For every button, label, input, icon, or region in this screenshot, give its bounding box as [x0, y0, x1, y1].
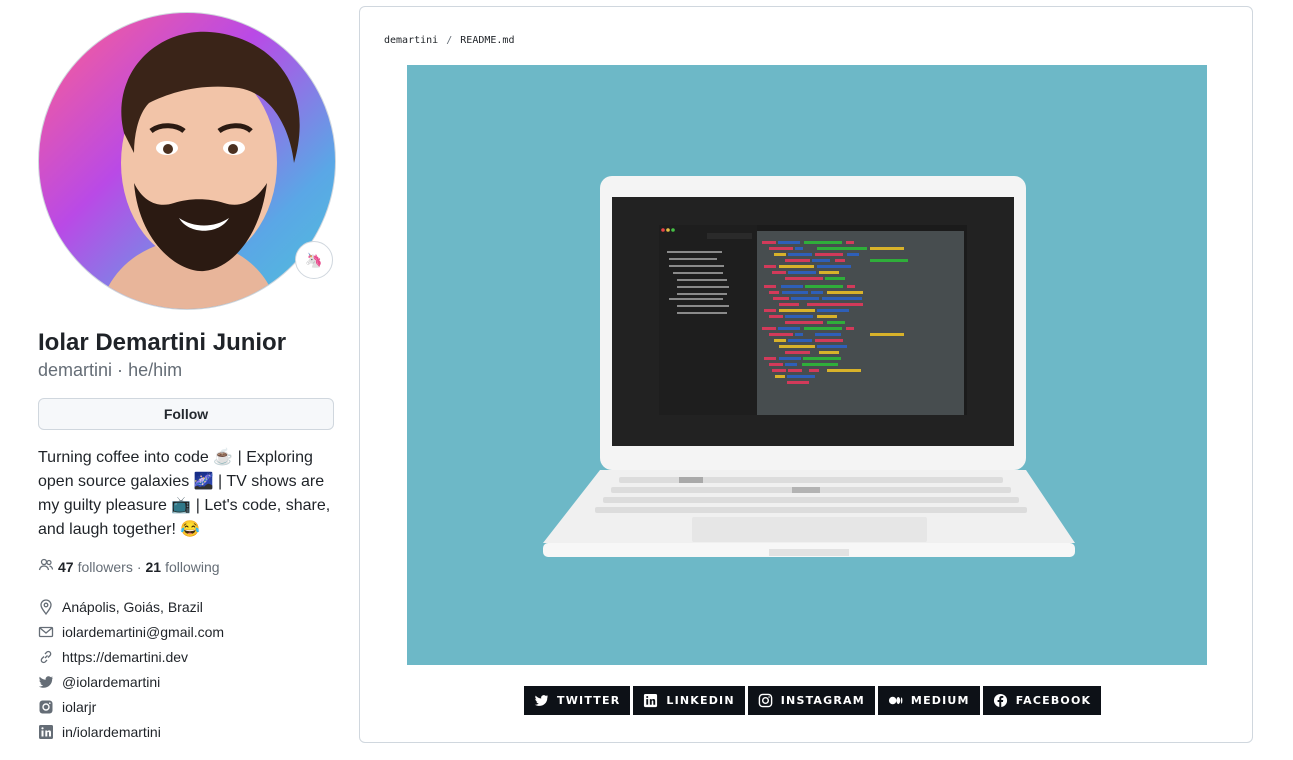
social-badges: TWITTER LINKEDIN INSTAGRAM MEDIUM FACEBO… — [524, 686, 1102, 715]
stats-separator: · — [136, 558, 142, 575]
twitter-icon — [38, 674, 54, 690]
facebook-badge[interactable]: FACEBOOK — [982, 686, 1102, 715]
profile-login: demartini — [38, 360, 113, 380]
readme-repo-link[interactable]: demartini — [384, 35, 438, 46]
location-icon — [38, 598, 54, 615]
detail-email[interactable]: iolardemartini@gmail.com — [38, 619, 336, 644]
detail-location: Anápolis, Goiás, Brazil — [38, 594, 336, 619]
following-link[interactable]: following — [165, 559, 219, 575]
detail-website[interactable]: https://demartini.dev — [38, 644, 336, 669]
instagram-icon — [758, 693, 773, 708]
linkedin-badge-label: LINKEDIN — [666, 694, 735, 707]
website-link[interactable]: https://demartini.dev — [62, 649, 188, 665]
email-link[interactable]: iolardemartini@gmail.com — [62, 624, 224, 640]
detail-instagram[interactable]: iolarjr — [38, 694, 336, 719]
profile-name: Iolar Demartini Junior — [38, 329, 287, 356]
location-text: Anápolis, Goiás, Brazil — [62, 598, 203, 615]
laptop-illustration — [543, 176, 1075, 557]
medium-badge[interactable]: MEDIUM — [877, 686, 980, 715]
linkedin-link[interactable]: in/iolardemartini — [62, 724, 161, 740]
link-icon — [38, 649, 54, 665]
readme-hero-image — [407, 65, 1207, 665]
instagram-link[interactable]: iolarjr — [62, 699, 96, 715]
profile-sidebar: 🦄 Iolar Demartini Junior demartini · he/… — [38, 12, 336, 760]
detail-linkedin[interactable]: in/iolardemartini — [38, 719, 336, 744]
status-emoji-badge[interactable]: 🦄 — [295, 241, 333, 279]
readme-file-name[interactable]: README.md — [460, 35, 514, 46]
profile-pronouns: he/him — [128, 360, 183, 380]
login-separator: · — [117, 360, 124, 380]
detail-twitter[interactable]: @iolardemartini — [38, 669, 336, 694]
twitter-badge-label: TWITTER — [557, 694, 621, 707]
people-icon — [38, 557, 54, 576]
avatar-illustration — [100, 31, 300, 309]
following-count[interactable]: 21 — [146, 559, 162, 575]
linkedin-icon — [38, 724, 54, 740]
profile-details: Anápolis, Goiás, Brazil iolardemartini@g… — [38, 594, 336, 744]
instagram-icon — [38, 699, 54, 715]
unicorn-icon: 🦄 — [305, 251, 323, 268]
profile-bio: Turning coffee into code ☕ | Exploring o… — [38, 449, 331, 538]
profile-login-line: demartini · he/him — [38, 358, 336, 382]
twitter-badge[interactable]: TWITTER — [524, 686, 631, 715]
instagram-badge-label: INSTAGRAM — [780, 694, 865, 707]
readme-panel: demartini / README.md TWITTER LINKEDIN I… — [359, 6, 1253, 743]
facebook-badge-label: FACEBOOK — [1015, 694, 1092, 707]
medium-icon — [888, 693, 903, 708]
linkedin-badge[interactable]: LINKEDIN — [633, 686, 745, 715]
twitter-link[interactable]: @iolardemartini — [62, 674, 160, 690]
avatar[interactable] — [38, 12, 336, 310]
instagram-badge[interactable]: INSTAGRAM — [747, 686, 875, 715]
linkedin-icon — [643, 693, 658, 708]
facebook-icon — [993, 693, 1008, 708]
avatar-container: 🦄 — [38, 12, 336, 310]
follow-button[interactable]: Follow — [38, 398, 334, 430]
twitter-icon — [534, 693, 549, 708]
readme-breadcrumb: demartini / README.md — [384, 35, 514, 46]
breadcrumb-separator: / — [446, 35, 453, 46]
medium-badge-label: MEDIUM — [910, 694, 970, 707]
mail-icon — [38, 624, 54, 640]
follow-stats: 47 followers · 21 following — [38, 557, 336, 576]
followers-count[interactable]: 47 — [58, 559, 74, 575]
followers-link[interactable]: followers — [78, 559, 133, 575]
